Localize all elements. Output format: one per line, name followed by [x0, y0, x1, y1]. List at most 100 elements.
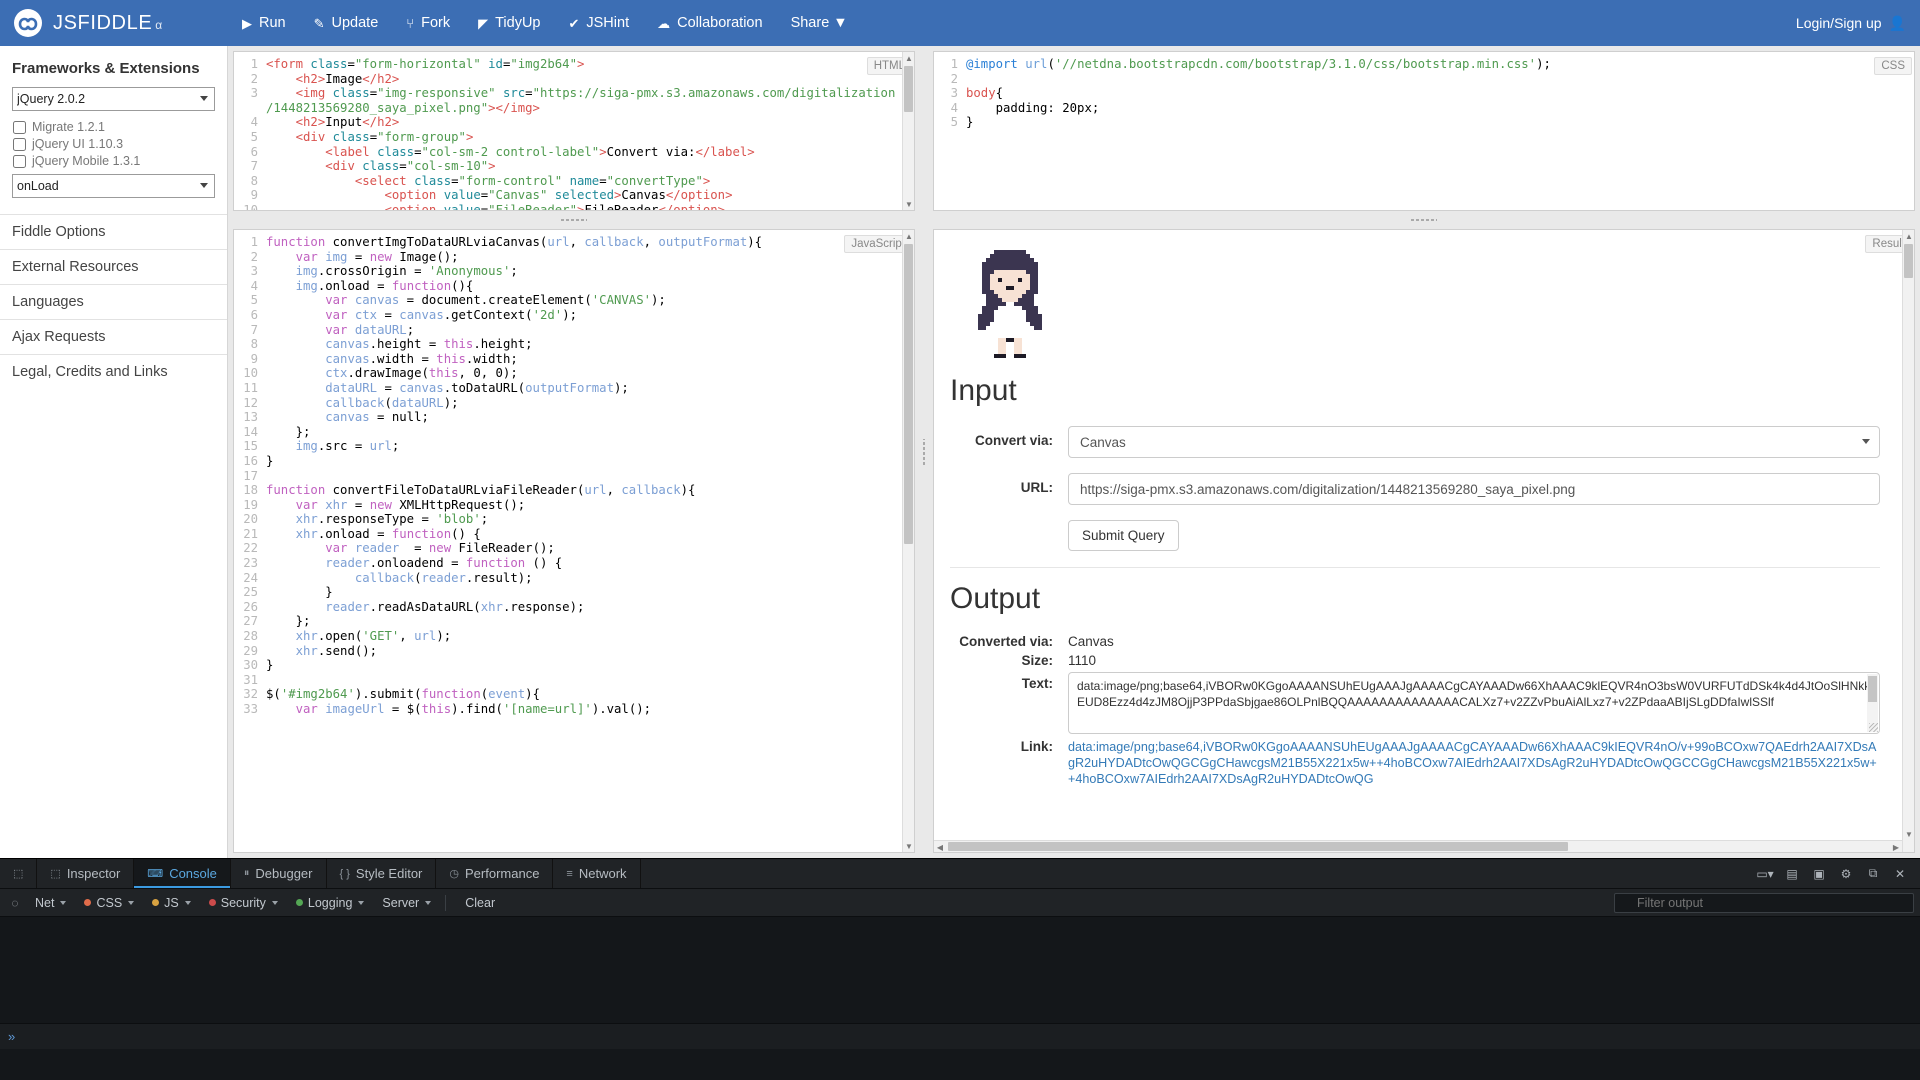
- sidebar-item-external-resources[interactable]: External Resources: [0, 249, 227, 284]
- vertical-splitter[interactable]: [920, 46, 928, 858]
- line-number: 24: [243, 570, 258, 585]
- menu-run[interactable]: ▶ Run: [228, 0, 300, 46]
- code-line: 32 $('#img2b64').submit(function(event){: [234, 687, 914, 702]
- textarea-resize-grip[interactable]: [1869, 723, 1878, 732]
- dock-icon[interactable]: ⧉: [1861, 863, 1885, 885]
- filter-server[interactable]: Server: [375, 893, 438, 913]
- css-editor-pane[interactable]: CSS 1 @import url('//netdna.bootstrapcdn.…: [933, 51, 1915, 211]
- horizontal-splitter-left[interactable]: [228, 216, 920, 224]
- scroll-up-arrow-icon[interactable]: ▲: [1903, 230, 1914, 242]
- line-number: 2: [250, 249, 258, 264]
- html-code-area[interactable]: 1 <form class="form-horizontal" id="img2b…: [234, 52, 914, 210]
- split-console-icon[interactable]: ▤: [1780, 863, 1804, 885]
- line-number: 15: [243, 439, 258, 454]
- html-editor-pane[interactable]: HTML 1 <form class="form-horizontal" id="…: [233, 51, 915, 211]
- menu-collaboration[interactable]: ☁ Collaboration: [643, 0, 776, 46]
- sidebar-item-fiddle-options[interactable]: Fiddle Options: [0, 214, 227, 249]
- tab-network[interactable]: ≡ Network: [553, 859, 641, 888]
- console-clear-circle-icon[interactable]: ◌: [6, 892, 24, 914]
- result-horizontal-scrollbar[interactable]: ◀ ▶: [934, 840, 1902, 852]
- onload-select[interactable]: onLoad: [12, 174, 215, 198]
- horizontal-splitter-right[interactable]: [928, 216, 1920, 224]
- checkbox-jquery-ui[interactable]: jQuery UI 1.10.3: [13, 137, 215, 151]
- menu-jshint[interactable]: ✔ JSHint: [554, 0, 643, 46]
- result-scroll-thumb[interactable]: [1904, 244, 1913, 278]
- tab-debugger[interactable]: ⏸ Debugger: [231, 859, 327, 888]
- clear-console-button[interactable]: Clear: [453, 893, 507, 913]
- convert-via-select[interactable]: Canvas FileReader: [1068, 426, 1880, 458]
- checkbox-migrate[interactable]: Migrate 1.2.1: [13, 120, 215, 134]
- scroll-up-arrow-icon[interactable]: ▲: [903, 230, 914, 242]
- scroll-down-arrow-icon[interactable]: ▼: [903, 840, 914, 852]
- line-number: 17: [243, 468, 258, 483]
- brand-logo-area[interactable]: JSFIDDLE α: [0, 0, 228, 46]
- result-vertical-scrollbar[interactable]: ▲ ▼: [1902, 230, 1914, 852]
- submit-query-button[interactable]: Submit Query: [1068, 520, 1179, 551]
- console-prompt[interactable]: »: [0, 1023, 1920, 1049]
- checkbox-jquery-ui-input[interactable]: [13, 137, 26, 151]
- sidebar-item-legal-credits[interactable]: Legal, Credits and Links: [0, 354, 227, 389]
- line-text: function convertImgToDataURLviaCanvas(ur…: [266, 235, 763, 249]
- menu-jshint-label: JSHint: [586, 15, 630, 31]
- fork-icon: ⑂: [406, 15, 415, 31]
- tab-inspector[interactable]: ⬚ Inspector: [37, 859, 135, 888]
- scroll-left-arrow-icon[interactable]: ◀: [934, 841, 946, 852]
- filter-js[interactable]: JS: [145, 893, 198, 913]
- scroll-down-arrow-icon[interactable]: ▼: [903, 198, 914, 210]
- tab-style-editor[interactable]: { } Style Editor: [327, 859, 437, 888]
- editor-left-column: HTML 1 <form class="form-horizontal" id="…: [228, 46, 920, 858]
- sidebar-item-ajax-requests[interactable]: Ajax Requests: [0, 319, 227, 354]
- code-line: 8 canvas.height = this.height;: [234, 337, 914, 352]
- code-line: 31: [234, 673, 914, 688]
- filter-output-wrap: 🔍: [1614, 892, 1914, 913]
- base64-data-link[interactable]: data:image/png;base64,iVBORw0KGgoAAAANSU…: [1068, 739, 1880, 787]
- menu-share[interactable]: Share ▼: [777, 0, 862, 46]
- checkbox-jquery-mobile[interactable]: jQuery Mobile 1.3.1: [13, 154, 215, 168]
- line-number: 6: [250, 144, 258, 159]
- filter-logging[interactable]: Logging: [289, 893, 372, 913]
- console-output-area[interactable]: »: [0, 917, 1920, 1049]
- javascript-editor-pane[interactable]: JavaScript 1 function convertImgToDataURL…: [233, 229, 915, 853]
- menu-update[interactable]: ✎ Update: [300, 0, 393, 46]
- filter-security[interactable]: Security: [202, 893, 285, 913]
- checkbox-migrate-input[interactable]: [13, 120, 26, 134]
- js-scroll-thumb[interactable]: [904, 244, 913, 544]
- checkbox-jquery-mobile-input[interactable]: [13, 154, 26, 168]
- javascript-code-area[interactable]: 1 function convertImgToDataURLviaCanvas(u…: [234, 230, 914, 852]
- scroll-up-arrow-icon[interactable]: ▲: [903, 52, 914, 64]
- line-text: canvas.width = this.width;: [325, 351, 518, 366]
- menu-fork[interactable]: ⑂ Fork: [392, 0, 464, 46]
- settings-gear-icon[interactable]: ⚙: [1834, 863, 1858, 885]
- framework-select[interactable]: jQuery 2.0.2: [12, 87, 215, 111]
- screenshot-icon[interactable]: ▣: [1807, 863, 1831, 885]
- line-number: 4: [950, 100, 958, 115]
- login-signup-button[interactable]: Login/Sign up 👤: [1796, 0, 1920, 46]
- tab-performance[interactable]: ◷ Performance: [436, 859, 554, 888]
- close-icon[interactable]: ✕: [1888, 863, 1912, 885]
- filter-css[interactable]: CSS: [77, 893, 141, 913]
- line-text: img.onload = function(){: [295, 278, 474, 293]
- html-vertical-scrollbar[interactable]: ▲ ▼: [902, 52, 914, 210]
- filter-output-input[interactable]: [1614, 892, 1914, 913]
- menu-tidyup[interactable]: ◤ TidyUp: [464, 0, 554, 46]
- url-input[interactable]: [1068, 473, 1880, 505]
- line-text: dataURL = canvas.toDataURL(outputFormat)…: [325, 380, 629, 395]
- js-vertical-scrollbar[interactable]: ▲ ▼: [902, 230, 914, 852]
- line-text: };: [266, 424, 311, 439]
- textarea-scroll-thumb[interactable]: [1868, 676, 1877, 702]
- filter-net[interactable]: Net: [28, 893, 73, 913]
- css-code-area[interactable]: 1 @import url('//netdna.bootstrapcdn.com/…: [934, 52, 1914, 210]
- code-line: 6 <label class="col-sm-2 control-label">…: [234, 145, 914, 160]
- responsive-design-icon[interactable]: ▭▾: [1753, 863, 1777, 885]
- devtools-element-picker[interactable]: ⬚: [0, 859, 38, 888]
- html-scroll-thumb[interactable]: [904, 66, 913, 112]
- sidebar-item-languages[interactable]: Languages: [0, 284, 227, 319]
- result-hscroll-thumb[interactable]: [948, 842, 1568, 851]
- line-text: <option value="FileReader">FileReader</o…: [384, 202, 726, 210]
- base64-textarea[interactable]: data:image/png;base64,iVBORw0KGgoAAAANSU…: [1068, 672, 1880, 734]
- scroll-down-arrow-icon[interactable]: ▼: [1903, 828, 1914, 840]
- code-line: 4 <h2>Input</h2>: [234, 115, 914, 130]
- scroll-right-arrow-icon[interactable]: ▶: [1890, 841, 1902, 852]
- line-number: 27: [243, 614, 258, 629]
- tab-console[interactable]: ⌨ Console: [134, 859, 231, 888]
